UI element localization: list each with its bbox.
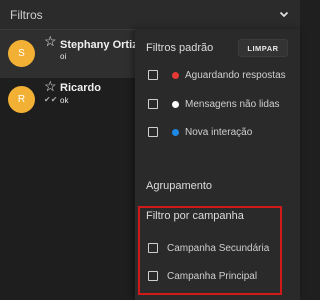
- filter-option-awaiting[interactable]: Aguardando respostas: [148, 68, 286, 82]
- filter-option-new-interaction[interactable]: Nova interação: [148, 125, 252, 139]
- avatar: R: [8, 86, 35, 113]
- star-icon[interactable]: ☆: [44, 33, 57, 50]
- clear-button[interactable]: LIMPAR: [238, 39, 288, 57]
- filter-panel: Filtros padrão LIMPAR Aguardando respost…: [135, 29, 300, 300]
- checkbox[interactable]: [148, 271, 158, 281]
- checkbox[interactable]: [148, 99, 158, 109]
- chat-last-message: ok: [60, 96, 69, 105]
- double-check-icon: ✔✔: [44, 95, 58, 104]
- filter-option-label: Mensagens não lidas: [185, 98, 280, 110]
- chat-name: Stephany Ortiz: [60, 39, 138, 51]
- chat-name: Ricardo: [60, 82, 101, 94]
- filter-option-label: Aguardando respostas: [185, 69, 286, 81]
- campaign-option-secondary[interactable]: Campanha Secundária: [148, 241, 269, 255]
- checkbox[interactable]: [148, 70, 158, 80]
- avatar: S: [8, 40, 35, 67]
- chat-item-stephany[interactable]: S ☆ Stephany Ortiz oi: [0, 30, 138, 78]
- chat-last-message: oi: [60, 52, 67, 61]
- star-icon[interactable]: ☆: [44, 78, 57, 95]
- grouping-title: Agrupamento: [146, 180, 213, 192]
- status-dot-blue: [172, 128, 179, 136]
- status-dot-red: [172, 71, 179, 79]
- campaign-filter-title: Filtro por campanha: [146, 210, 244, 222]
- default-filters-title: Filtros padrão: [146, 42, 214, 54]
- chevron-down-icon[interactable]: [276, 6, 292, 22]
- checkbox[interactable]: [148, 127, 158, 137]
- campaign-option-primary[interactable]: Campanha Principal: [148, 269, 257, 283]
- chat-item-ricardo[interactable]: R ☆ Ricardo ✔✔ ok: [0, 78, 135, 126]
- campaign-option-label: Campanha Principal: [167, 270, 258, 282]
- chat-list: S ☆ Stephany Ortiz oi R ☆ Ricardo ✔✔ ok: [0, 30, 138, 300]
- campaign-option-label: Campanha Secundária: [167, 242, 270, 254]
- filter-option-unread[interactable]: Mensagens não lidas: [148, 97, 280, 111]
- checkbox[interactable]: [148, 243, 158, 253]
- status-dot-white: [172, 100, 179, 108]
- filter-option-label: Nova interação: [185, 126, 253, 138]
- filters-title: Filtros: [10, 7, 43, 22]
- filters-bar[interactable]: Filtros: [0, 0, 300, 30]
